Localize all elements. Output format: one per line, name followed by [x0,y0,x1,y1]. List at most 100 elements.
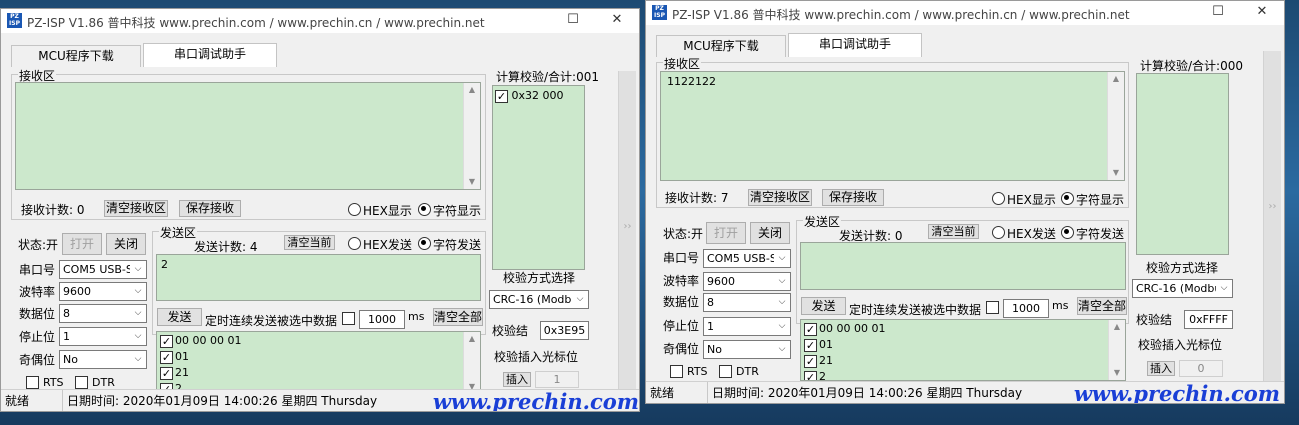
save-receive-button[interactable]: 保存接收 [179,200,241,217]
baud-select[interactable]: 9600 ⌵ [59,282,147,301]
tab-serial-assistant[interactable]: 串口调试助手 [788,33,922,57]
collapse-strip[interactable]: ›› [618,71,636,395]
databits-select[interactable]: 8 ⌵ [703,293,791,312]
title-bar[interactable]: PZ ISP PZ-ISP V1.86 普中科技 www.prechin.com … [646,1,1284,25]
scroll-down-icon[interactable]: ▼ [464,175,480,189]
status-ready: 就绪 [1,390,63,411]
receive-scrollbar[interactable]: ▲ ▼ [463,83,480,189]
close-icon[interactable]: ✕ [1240,1,1284,25]
timed-send-checkbox[interactable] [342,312,355,325]
send-list-scrollbar[interactable]: ▲ ▼ [463,332,480,394]
receive-scrollbar[interactable]: ▲ ▼ [1107,72,1124,180]
timed-send-checkbox[interactable] [986,301,999,314]
open-button[interactable]: 打开 [62,233,102,255]
interval-input[interactable]: 1000 [1003,299,1049,318]
calc-area[interactable]: ✓ 0x32 000 [492,85,585,270]
baud-label: 波特率 [19,285,56,299]
send-input[interactable]: 2 [156,254,481,301]
clear-receive-button[interactable]: 清空接收区 [748,189,812,206]
port-select[interactable]: COM5 USB-SERIAL⌵ [59,260,147,279]
clear-current-button[interactable]: 清空当前 [928,224,979,239]
scroll-up-icon[interactable]: ▲ [1108,72,1124,86]
insert-button[interactable]: 插入 [503,372,531,387]
dtr-checkbox[interactable] [719,365,732,378]
checked-checkbox[interactable]: ✓ [804,322,817,336]
list-item[interactable]: ✓ 00 00 00 01 [804,322,885,338]
parity-select[interactable]: No ⌵ [703,340,791,359]
checked-checkbox[interactable]: ✓ [160,366,173,380]
method-select[interactable]: CRC-16 (Modbus) ⌵ [1132,279,1233,298]
chevron-down-icon: ⌵ [130,261,146,278]
list-item[interactable]: ✓ 00 00 00 01 [160,334,241,350]
interval-input[interactable]: 1000 [359,310,405,329]
stopbits-select[interactable]: 1 ⌵ [703,317,791,336]
send-list[interactable]: ✓00 00 00 01 ✓01 ✓21 ✓2 ▲ ▼ [800,319,1126,381]
calc-item[interactable]: ✓ 0x32 000 [495,89,564,103]
list-item[interactable]: ✓ 21 [804,354,833,370]
rts-checkbox[interactable] [670,365,683,378]
parity-select[interactable]: No ⌵ [59,350,147,369]
send-button[interactable]: 发送 [801,297,846,315]
checked-checkbox[interactable]: ✓ [804,354,817,368]
maximize-icon[interactable]: ☐ [551,9,595,33]
tab-mcu-download[interactable]: MCU程序下载 [11,45,141,67]
char-display-radio[interactable]: 字符显示 [1061,191,1124,208]
open-button[interactable]: 打开 [706,222,746,244]
checked-checkbox[interactable]: ✓ [804,338,817,352]
dtr-checkbox[interactable] [75,376,88,389]
close-port-button[interactable]: 关闭 [106,233,146,255]
list-item[interactable]: ✓2 [804,370,826,380]
list-item[interactable]: ✓ 01 [804,338,833,354]
collapse-strip[interactable]: ›› [1263,51,1281,381]
title-bar[interactable]: PZ ISP PZ-ISP V1.86 普中科技 www.prechin.com … [1,9,639,33]
databits-select[interactable]: 8 ⌵ [59,304,147,323]
clear-receive-button[interactable]: 清空接收区 [104,200,168,217]
scroll-down-icon[interactable]: ▼ [1109,366,1125,380]
calc-area[interactable] [1136,73,1229,255]
list-item[interactable]: ✓ 21 [160,366,189,382]
close-icon[interactable]: ✕ [595,9,639,33]
clear-all-button[interactable]: 清空全部 [433,308,483,326]
insert-value[interactable]: 1 [535,371,579,388]
tab-mcu-download[interactable]: MCU程序下载 [656,35,786,57]
checked-checkbox[interactable]: ✓ [160,350,173,364]
scroll-up-icon[interactable]: ▲ [1109,320,1125,334]
hex-send-radio[interactable]: HEX发送 [348,236,412,253]
maximize-icon[interactable]: ☐ [1196,1,1240,25]
close-port-button[interactable]: 关闭 [750,222,790,244]
send-input[interactable] [800,242,1126,290]
method-select[interactable]: CRC-16 (Modbus) ⌵ [489,290,589,309]
send-list[interactable]: ✓00 00 00 01 ✓01 ✓21 ✓2 ▲ ▼ [156,331,481,395]
stopbits-select[interactable]: 1 ⌵ [59,327,147,346]
checked-checkbox[interactable]: ✓ [804,370,817,380]
clear-current-button[interactable]: 清空当前 [284,235,335,250]
baud-select[interactable]: 9600 ⌵ [703,272,791,291]
insert-value[interactable]: 0 [1179,360,1223,377]
scroll-up-icon[interactable]: ▲ [464,332,480,346]
insert-button[interactable]: 插入 [1147,361,1175,376]
char-send-radio[interactable]: 字符发送 [418,236,481,253]
receive-label: 接收区 [663,55,702,72]
clear-all-button[interactable]: 清空全部 [1077,297,1127,315]
status-label: 状态:开 [18,238,59,252]
checked-checkbox[interactable]: ✓ [495,89,508,103]
checked-checkbox[interactable]: ✓ [160,334,173,348]
save-receive-button[interactable]: 保存接收 [822,189,884,206]
hex-display-radio[interactable]: HEX显示 [348,202,412,219]
char-display-radio[interactable]: 字符显示 [418,202,481,219]
tab-serial-assistant[interactable]: 串口调试助手 [143,43,277,67]
databits-label: 数据位 [663,295,700,309]
scroll-up-icon[interactable]: ▲ [464,83,480,97]
hex-send-radio[interactable]: HEX发送 [992,225,1056,242]
receive-area[interactable]: 1122122 [660,71,1125,181]
send-button[interactable]: 发送 [157,308,202,326]
receive-area[interactable] [15,82,481,190]
char-send-radio[interactable]: 字符发送 [1061,225,1124,242]
rts-checkbox[interactable] [26,376,39,389]
result-value: 0xFFFF [1184,310,1233,329]
scroll-down-icon[interactable]: ▼ [1108,166,1124,180]
send-list-scrollbar[interactable]: ▲ ▼ [1108,320,1125,380]
port-select[interactable]: COM5 USB-SERIAL⌵ [703,249,791,268]
hex-display-radio[interactable]: HEX显示 [992,191,1056,208]
list-item[interactable]: ✓ 01 [160,350,189,366]
